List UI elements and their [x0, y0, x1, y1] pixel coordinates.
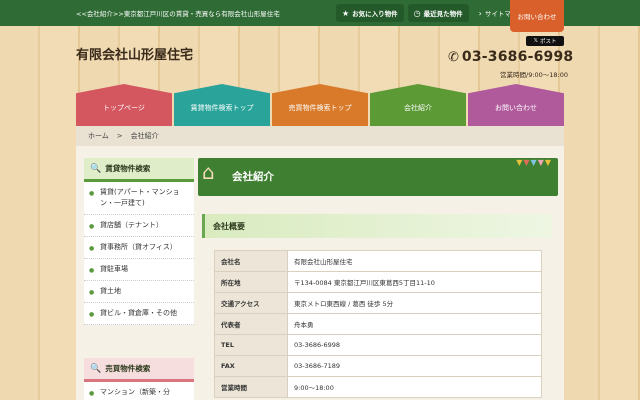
table-key: 営業時間: [214, 376, 288, 398]
sidebar-item-rent-office[interactable]: ● 貸事務所（貸オフィス）: [84, 237, 194, 259]
page-title-banner: ⌂ 会社紹介 ▼▼▼▼▼: [198, 158, 558, 196]
bullet-icon: ●: [89, 390, 95, 397]
sidebar-item-label: 貸店舗（テナント）: [100, 221, 163, 229]
sidebar-rent-search: 🔍 賃貸物件検索 ● 賃貸(アパート・マンション・一戸建て) ● 貸店舗（テナン…: [84, 158, 194, 325]
section-title: 会社概要: [202, 214, 552, 238]
star-icon: ★: [342, 8, 350, 18]
table-value: 9:00〜18:00: [287, 376, 542, 398]
bullet-icon: ●: [89, 289, 95, 296]
company-info-table: 会社名 有限会社山形屋住宅 所在地 〒134-0084 東京都江戸川区東葛西5丁目11…: [214, 250, 542, 398]
breadcrumb-separator: >: [116, 132, 123, 140]
x-post-button[interactable]: 𝕏 ポスト: [526, 36, 564, 46]
sidebar-item-rent-land[interactable]: ● 貸土地: [84, 281, 194, 303]
bullet-icon: ●: [89, 190, 95, 197]
sidebar-rent-title-text: 賃貸物件検索: [105, 164, 151, 173]
sidebar-item-sale-mansion[interactable]: ● マンション（新築・分: [84, 382, 194, 400]
table-row: FAX 03-3686-7189: [214, 355, 542, 377]
table-row: 所在地 〒134-0084 東京都江戸川区東葛西5丁目11-10: [214, 271, 542, 293]
business-hours: 営業時間/9:00～18:00: [500, 71, 569, 79]
sidebar-item-rent-store[interactable]: ● 貸店舗（テナント）: [84, 215, 194, 237]
breadcrumb-current: 会社紹介: [130, 132, 159, 140]
x-logo-icon: 𝕏: [533, 38, 538, 44]
favorites-link[interactable]: ★ お気に入り物件: [336, 4, 404, 22]
sidebar-item-rent-housing[interactable]: ● 賃貸(アパート・マンション・一戸建て): [84, 182, 194, 215]
sidebar-rent-title: 🔍 賃貸物件検索: [84, 158, 194, 182]
nav-contact[interactable]: お問い合わせ: [468, 84, 564, 126]
site-title[interactable]: 有限会社山形屋住宅: [76, 44, 193, 63]
bullet-icon: ●: [89, 311, 95, 318]
phone-number: ✆ 03-3686-6998: [448, 49, 573, 65]
table-value: 東京メトロ東西線 / 葛西 徒歩 5分: [287, 292, 542, 314]
table-value: 有限会社山形屋住宅: [287, 250, 542, 272]
table-row: TEL 03-3686-6998: [214, 334, 542, 356]
table-row: 代表者 舟本勇: [214, 313, 542, 335]
house-icon: ⌂: [202, 160, 215, 184]
chevron-right-icon: ›: [478, 8, 482, 18]
page-title: 会社紹介: [232, 171, 274, 183]
sidebar-sale-title-text: 売買物件検索: [105, 364, 151, 373]
sidebar-item-label: 貸ビル・貸倉庫・その他: [100, 309, 177, 317]
sidebar-sale-search: 🔍 売買物件検索 ● マンション（新築・分: [84, 358, 194, 400]
bunting-decoration-icon: ▼▼▼▼▼: [516, 158, 552, 167]
sidebar-item-rent-parking[interactable]: ● 貸駐車場: [84, 259, 194, 281]
table-value: 03-3686-6998: [287, 334, 542, 356]
top-links: ★ お気に入り物件 ◷ 最近見た物件 › サイトマップ: [336, 4, 530, 22]
table-key: 会社名: [214, 250, 288, 272]
table-row: 交通アクセス 東京メトロ東西線 / 葛西 徒歩 5分: [214, 292, 542, 314]
contact-tab-button[interactable]: お問い合わせ: [510, 0, 564, 32]
breadcrumb-home[interactable]: ホーム: [88, 131, 109, 141]
sidebar-item-label: マンション（新築・分: [100, 388, 170, 396]
table-value: 〒134-0084 東京都江戸川区東葛西5丁目11-10: [287, 271, 542, 293]
nav-company[interactable]: 会社紹介: [370, 84, 466, 126]
content-panel: ホーム > 会社紹介 🔍 賃貸物件検索 ● 賃貸(アパート・マンション・一戸建て…: [76, 126, 564, 400]
nav-top-page[interactable]: トップページ: [76, 84, 172, 126]
recently-viewed-label: 最近見た物件: [423, 10, 463, 18]
bullet-icon: ●: [89, 223, 95, 230]
breadcrumb: ホーム > 会社紹介: [76, 126, 564, 146]
table-key: TEL: [214, 334, 288, 356]
bullet-icon: ●: [89, 267, 95, 274]
clock-icon: ◷: [413, 8, 421, 18]
main-nav: トップページ 賃貸物件検索トップ 売買物件検索トップ 会社紹介 お問い合わせ: [76, 84, 564, 126]
phone-number-text: 03-3686-6998: [461, 49, 574, 65]
x-post-label: ポスト: [539, 39, 557, 45]
recently-viewed-link[interactable]: ◷ 最近見た物件: [407, 4, 469, 22]
bullet-icon: ●: [89, 245, 95, 252]
sidebar-item-label: 貸事務所（貸オフィス）: [100, 243, 177, 251]
phone-icon: ✆: [448, 49, 459, 65]
sidebar-item-label: 賃貸(アパート・マンション・一戸建て): [100, 188, 180, 207]
table-key: 交通アクセス: [214, 292, 288, 314]
magnifier-icon: 🔍: [90, 363, 102, 374]
table-key: 所在地: [214, 271, 288, 293]
magnifier-icon: 🔍: [90, 163, 102, 174]
table-row: 営業時間 9:00〜18:00: [214, 376, 542, 398]
table-value: 03-3686-7189: [287, 355, 542, 377]
favorites-label: お気に入り物件: [352, 10, 398, 18]
sidebar-item-label: 貸土地: [100, 287, 121, 295]
table-value: 舟本勇: [287, 313, 542, 335]
sidebar-sale-title: 🔍 売買物件検索: [84, 358, 194, 382]
nav-rent-search[interactable]: 賃貸物件検索トップ: [174, 84, 270, 126]
nav-sale-search[interactable]: 売買物件検索トップ: [272, 84, 368, 126]
table-key: FAX: [214, 355, 288, 377]
sidebar-item-rent-building[interactable]: ● 貸ビル・貸倉庫・その他: [84, 303, 194, 325]
table-row: 会社名 有限会社山形屋住宅: [214, 250, 542, 272]
table-key: 代表者: [214, 313, 288, 335]
sidebar-item-label: 貸駐車場: [100, 265, 128, 273]
site-description: <<会社紹介>>東京都江戸川区の賃貸・売買なら有限会社山形屋住宅: [76, 10, 280, 18]
